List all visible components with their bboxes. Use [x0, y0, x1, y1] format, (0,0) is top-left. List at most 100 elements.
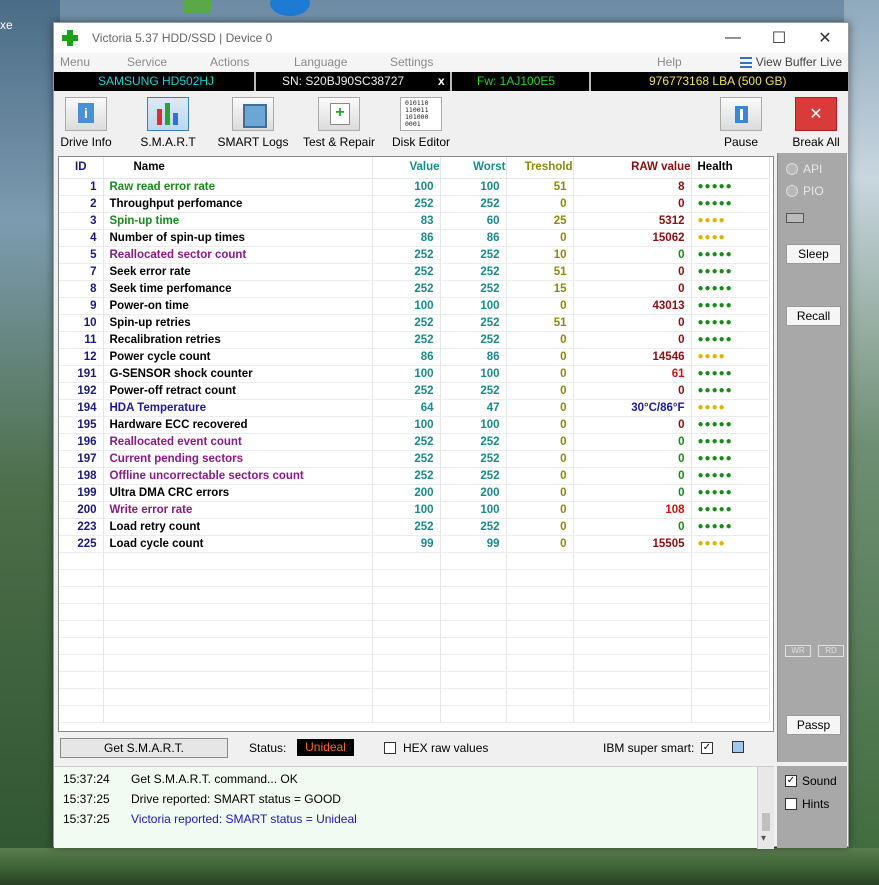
menu-item-menu[interactable]: Menu	[60, 55, 90, 69]
recall-button[interactable]: Recall	[786, 306, 841, 326]
table-row[interactable]: 5 Reallocated sector count 252 252 10 0 ●●●●●	[59, 246, 770, 264]
api-radio[interactable]: API	[786, 162, 822, 176]
table-row[interactable]: 200 Write error rate 100 100 0 108 ●●●●●	[59, 501, 770, 519]
attr-worst: 252	[440, 450, 507, 468]
menu-item-settings[interactable]: Settings	[390, 55, 433, 69]
attr-worst: 252	[440, 467, 507, 485]
status-label: Status:	[249, 741, 287, 755]
table-row[interactable]: 3 Spin-up time 83 60 25 5312 ●●●●	[59, 212, 770, 230]
disk-editor-label: Disk Editor	[391, 135, 450, 149]
table-row[interactable]: 199 Ultra DMA CRC errors 200 200 0 0 ●●●●●	[59, 484, 770, 502]
table-row[interactable]: 10 Spin-up retries 252 252 51 0 ●●●●●	[59, 314, 770, 332]
sleep-button[interactable]: Sleep	[786, 244, 841, 264]
empty-cell	[691, 620, 770, 638]
passp-button[interactable]: Passp	[786, 715, 841, 735]
col-value[interactable]: Value	[372, 157, 441, 179]
disk-editor-button[interactable]: Disk Editor	[391, 93, 451, 149]
col-worst[interactable]: Worst	[440, 157, 507, 179]
attr-value: 83	[372, 212, 441, 230]
attr-name: Reallocated sector count	[103, 246, 373, 264]
table-row[interactable]: 2 Throughput perfomance 252 252 0 0 ●●●●●	[59, 195, 770, 213]
attr-worst: 200	[440, 484, 507, 502]
table-row[interactable]: 197 Current pending sectors 252 252 0 0 ●●●●●	[59, 450, 770, 468]
attr-worst: 100	[440, 365, 507, 383]
menu-item-language[interactable]: Language	[294, 55, 347, 69]
empty-cell	[573, 671, 692, 689]
smart-logs-button[interactable]: SMART Logs	[216, 93, 290, 149]
table-row[interactable]: 196 Reallocated event count 252 252 0 0 ●●●●●	[59, 433, 770, 451]
table-row[interactable]: 1 Raw read error rate 100 100 51 8 ●●●●●	[59, 178, 770, 196]
minimize-button[interactable]: —	[710, 23, 756, 53]
log-panel[interactable]: 15:37:24 Get S.M.A.R.T. command... OK 15…	[54, 766, 774, 849]
table-row[interactable]: 11 Recalibration retries 252 252 0 0 ●●●●●	[59, 331, 770, 349]
attr-raw-value: 0	[573, 382, 692, 400]
attr-health: ●●●●●	[691, 365, 770, 383]
col-raw-value[interactable]: RAW value	[573, 157, 692, 179]
table-row[interactable]: 198 Offline uncorrectable sectors count 25…	[59, 467, 770, 485]
table-row[interactable]: 191 G-SENSOR shock counter 100 100 0 61 ●●●●●	[59, 365, 770, 383]
table-row[interactable]: 223 Load retry count 252 252 0 0 ●●●●●	[59, 518, 770, 536]
attr-health: ●●●●	[691, 229, 770, 247]
status-badge: Unideal	[297, 739, 354, 756]
attr-health: ●●●●●	[691, 382, 770, 400]
maximize-button[interactable]: ☐	[756, 23, 802, 53]
col-health[interactable]: Health	[691, 157, 770, 179]
log-scrollbar[interactable]	[757, 767, 774, 849]
attr-health: ●●●●●	[691, 297, 770, 315]
close-button[interactable]: ✕	[802, 23, 848, 53]
empty-cell	[103, 654, 373, 672]
indicator-rect	[786, 213, 804, 223]
col-threshold[interactable]: Treshold	[506, 157, 574, 179]
empty-cell	[59, 569, 104, 587]
log-line: 15:37:24 Get S.M.A.R.T. command... OK	[63, 772, 298, 786]
pio-radio[interactable]: PIO	[786, 184, 824, 198]
desktop-background-left	[0, 0, 60, 885]
table-row[interactable]: 12 Power cycle count 86 86 0 14546 ●●●●	[59, 348, 770, 366]
hints-checkbox[interactable]	[785, 798, 797, 810]
sound-checkbox-row[interactable]: ✓ Sound	[785, 774, 837, 788]
empty-cell	[440, 586, 507, 604]
attr-value: 252	[372, 433, 441, 451]
attr-name: Power cycle count	[103, 348, 373, 366]
empty-cell	[691, 603, 770, 621]
empty-cell	[59, 586, 104, 604]
col-name[interactable]: Name	[103, 157, 373, 179]
attr-value: 252	[372, 280, 441, 298]
smart-table-container[interactable]: ID Name Value Worst Treshold RAW value H…	[58, 156, 774, 732]
serial-close-button[interactable]: x	[438, 74, 445, 88]
menu-item-help[interactable]: Help	[657, 55, 682, 69]
table-row[interactable]: 4 Number of spin-up times 86 86 0 15062 ●●●●	[59, 229, 770, 247]
empty-cell	[440, 671, 507, 689]
table-row[interactable]: 9 Power-on time 100 100 0 43013 ●●●●●	[59, 297, 770, 315]
table-row[interactable]: 195 Hardware ECC recovered 100 100 0 0 ●●●●●	[59, 416, 770, 434]
menu-item-service[interactable]: Service	[127, 55, 167, 69]
table-row[interactable]: 8 Seek time perfomance 252 252 15 0 ●●●●●	[59, 280, 770, 298]
view-buffer-label: View Buffer Live	[755, 55, 842, 69]
log-line: 15:37:25 Victoria reported: SMART status…	[63, 812, 357, 826]
empty-cell	[573, 552, 692, 570]
break-all-button[interactable]: Break All	[790, 93, 842, 149]
table-row[interactable]: 7 Seek error rate 252 252 51 0 ●●●●●	[59, 263, 770, 281]
menu-item-actions[interactable]: Actions	[210, 55, 249, 69]
pause-button[interactable]: Pause	[720, 93, 762, 149]
info-icon	[65, 97, 107, 131]
sound-checkbox[interactable]: ✓	[785, 775, 797, 787]
hex-raw-checkbox[interactable]	[384, 742, 396, 754]
attr-health: ●●●●●	[691, 246, 770, 264]
drive-info-button[interactable]: Drive Info	[57, 93, 115, 149]
get-smart-button[interactable]: Get S.M.A.R.T.	[60, 738, 228, 758]
ibm-super-smart-checkbox[interactable]: ✓	[701, 742, 713, 754]
smart-tab-button[interactable]: S.M.A.R.T	[138, 93, 198, 149]
col-id[interactable]: ID	[59, 157, 104, 179]
desktop-app-icon-blue[interactable]	[270, 0, 310, 16]
empty-cell	[440, 620, 507, 638]
table-row[interactable]: 192 Power-off retract count 252 252 0 0 ●●●●●	[59, 382, 770, 400]
desktop-app-icon[interactable]	[183, 0, 211, 14]
hints-checkbox-row[interactable]: Hints	[785, 797, 829, 811]
table-row[interactable]: 225 Load cycle count 99 99 0 15505 ●●●●	[59, 535, 770, 553]
view-buffer-live-button[interactable]: View Buffer Live	[739, 55, 842, 69]
color-indicator-button[interactable]	[732, 741, 744, 753]
attr-value: 99	[372, 535, 441, 553]
test-repair-button[interactable]: Test & Repair	[300, 93, 378, 149]
table-row[interactable]: 194 HDA Temperature 64 47 0 30°C/86°F ●●●●	[59, 399, 770, 417]
